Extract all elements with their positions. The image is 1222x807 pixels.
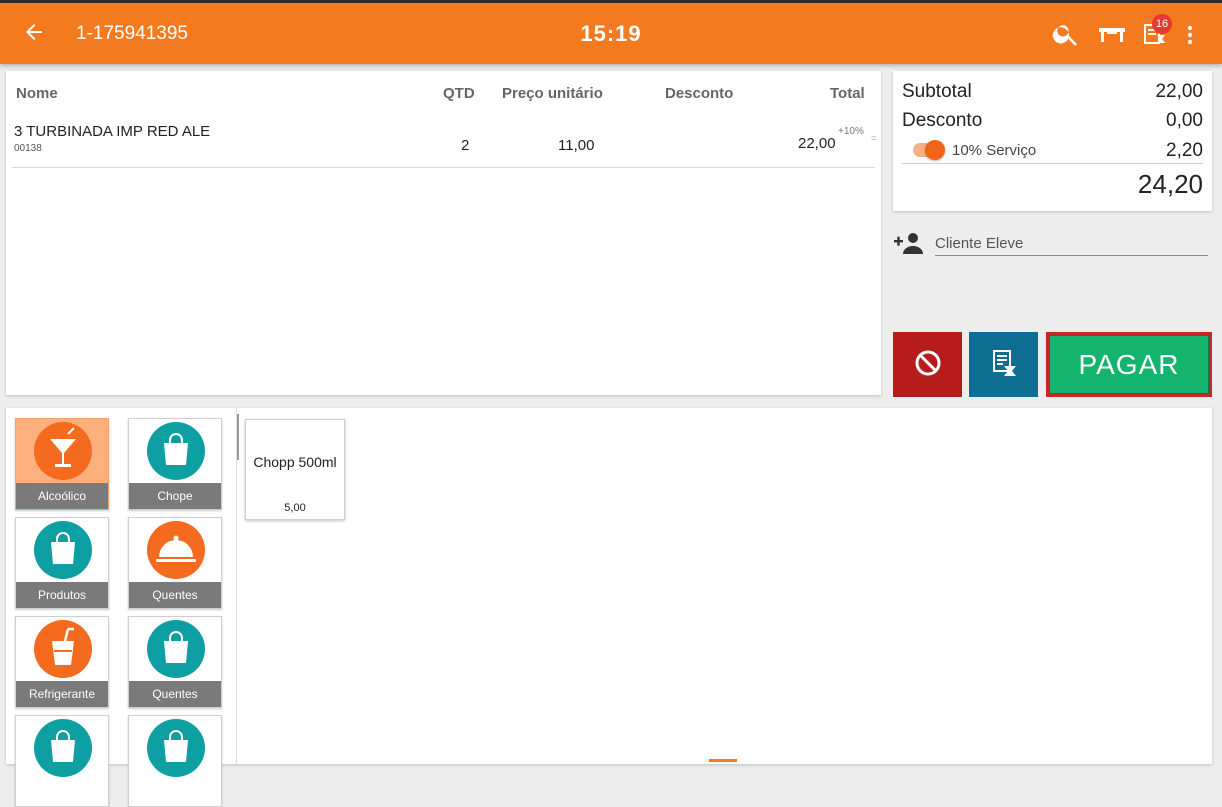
category-tile-quentes[interactable]: Quentes (128, 517, 222, 609)
category-tile-7[interactable] (15, 715, 109, 807)
row-divider (12, 167, 875, 168)
category-label: Chope (129, 483, 221, 509)
shopping-bag-icon (34, 521, 92, 579)
item-name: 3 TURBINADA IMP RED ALE (14, 123, 211, 140)
summary-card: Subtotal 22,00 Desconto 0,00 10% Serviço… (893, 71, 1212, 211)
shopping-bag-icon (147, 719, 205, 777)
discount-value: 0,00 (1166, 110, 1203, 131)
item-unit-price: 11,00 (558, 137, 595, 154)
category-label: Produtos (16, 582, 108, 608)
category-label: Quentes (129, 582, 221, 608)
subtotal-value: 22,00 (1155, 81, 1203, 102)
shopping-bag-icon (147, 422, 205, 480)
cocktail-icon (34, 422, 92, 480)
notification-badge: 16 (1152, 14, 1172, 34)
item-qty: 2 (461, 137, 470, 154)
toggle-knob (925, 140, 945, 160)
service-fee-label: 10% Serviço (952, 142, 1037, 159)
category-label: Refrigerante (16, 681, 108, 707)
page-indicator (709, 759, 737, 762)
item-service-note: +10% (838, 126, 864, 137)
category-label: Quentes (129, 681, 221, 707)
summary-divider (902, 163, 1203, 164)
category-tile-alcoolico[interactable]: Alcoólico (15, 418, 109, 510)
table-row[interactable]: 3 TURBINADA IMP RED ALE 00138 2 11,00 22… (6, 115, 881, 167)
top-bar: 1-175941395 15:19 16 (0, 0, 1222, 64)
catalog-divider (236, 408, 237, 764)
category-label: Alcoólico (16, 483, 108, 509)
table-icon[interactable] (1097, 19, 1127, 49)
column-header-qty: QTD (443, 85, 475, 102)
subtotal-label: Subtotal (902, 81, 972, 102)
add-person-icon[interactable] (893, 230, 925, 261)
column-header-total: Total (830, 85, 865, 102)
order-number: 1-175941395 (76, 23, 188, 44)
receipt-timer-icon (988, 350, 1020, 382)
category-tile-refrigerante[interactable]: Refrigerante (15, 616, 109, 708)
item-code: 00138 (14, 143, 42, 154)
pay-button[interactable]: PAGAR (1046, 332, 1212, 397)
search-icon[interactable] (1051, 19, 1081, 49)
column-header-name: Nome (16, 85, 58, 102)
product-card[interactable]: Chopp 500ml 5,00 (245, 419, 345, 520)
category-tile-chope[interactable]: Chope (128, 418, 222, 510)
cancel-order-button[interactable] (893, 332, 962, 397)
more-vert-icon[interactable] (1180, 19, 1200, 49)
discount-label: Desconto (902, 110, 983, 131)
shopping-bag-icon (34, 719, 92, 777)
block-icon (913, 350, 943, 381)
service-fee-toggle[interactable] (913, 140, 945, 160)
category-tile-8[interactable] (128, 715, 222, 807)
product-name: Chopp 500ml (253, 454, 337, 470)
grand-total-value: 24,20 (1137, 169, 1203, 199)
order-items-panel: Nome QTD Preço unitário Desconto Total 3… (6, 71, 881, 395)
client-field-row (893, 228, 1212, 258)
service-fee-value: 2,20 (1166, 140, 1203, 161)
shopping-bag-icon (147, 620, 205, 678)
clock-time: 15:19 (580, 21, 642, 46)
catalog-divider-handle (237, 414, 239, 460)
item-marker: = (871, 133, 877, 143)
product-price: 5,00 (284, 502, 306, 514)
item-total: 22,00 (798, 135, 836, 152)
category-tile-produtos[interactable]: Produtos (15, 517, 109, 609)
catalog-panel: Alcoólico Chope Produtos Quentes Refrige… (6, 408, 1212, 807)
hold-order-button[interactable] (969, 332, 1038, 397)
column-header-unit-price: Preço unitário (502, 85, 603, 102)
soda-cup-icon (34, 620, 92, 678)
cloche-icon (147, 521, 205, 579)
category-tile-quentes-2[interactable]: Quentes (128, 616, 222, 708)
column-header-discount: Desconto (665, 85, 734, 102)
back-arrow-icon[interactable] (22, 20, 46, 44)
client-search-input[interactable] (935, 232, 1208, 256)
